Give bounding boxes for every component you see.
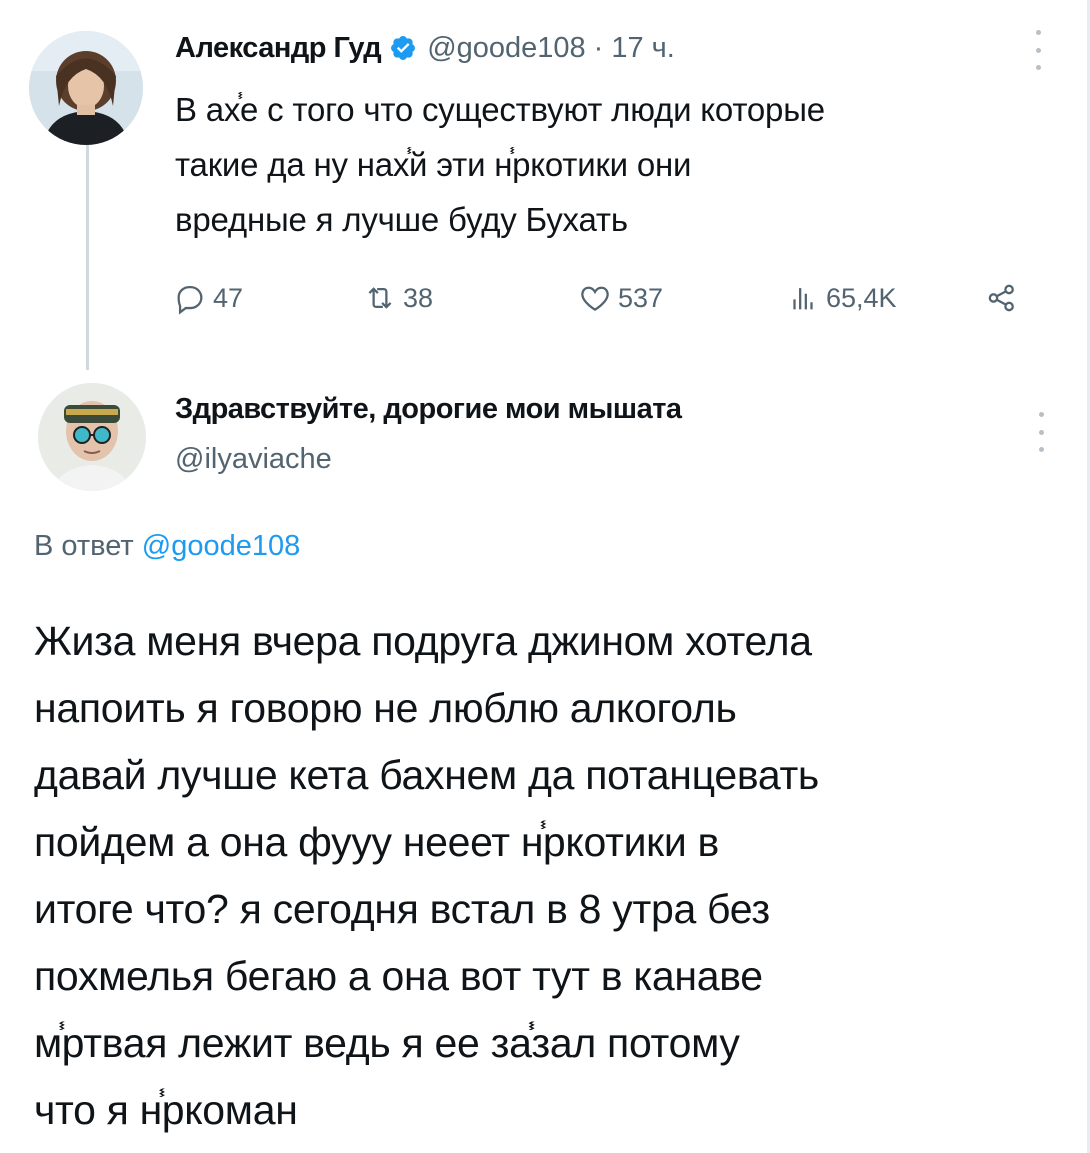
tweet1-timestamp[interactable]: 17 ч. xyxy=(611,32,674,65)
retweet-icon xyxy=(368,287,392,309)
tweet1-handle[interactable]: @goode108 xyxy=(427,32,585,65)
like-button[interactable]: 537 xyxy=(578,273,663,323)
retweet-button[interactable]: 38 xyxy=(363,273,433,323)
thread-connector-line xyxy=(86,142,89,370)
reply-prefix: В ответ xyxy=(34,530,134,562)
more-icon[interactable] xyxy=(1033,30,1043,70)
tweet1-action-bar: 47 38 537 65,4K xyxy=(173,273,1033,323)
tweet2-author-name[interactable]: Здравствуйте, дорогие мои мышата xyxy=(175,393,682,426)
views-icon xyxy=(793,288,813,310)
reply-count: 47 xyxy=(213,282,244,313)
views-button[interactable]: 65,4K xyxy=(786,273,897,323)
tweet2-text: Жиза меня вчера подруга джином хотела на… xyxy=(34,618,819,1133)
verified-badge-icon xyxy=(389,34,417,62)
avatar-ilyaviache[interactable] xyxy=(38,383,146,491)
avatar-alexander[interactable] xyxy=(29,31,143,145)
reply-button[interactable]: 47 xyxy=(173,273,243,323)
tweet2-handle[interactable]: @ilyaviache xyxy=(175,443,332,476)
share-icon xyxy=(988,284,1014,312)
tweet1-text: В ах֓е с того что существуют люди которы… xyxy=(175,91,825,238)
tweet1-header: Александр Гуд @goode108 · 17 ч. xyxy=(175,26,675,70)
avatar-photo-icon xyxy=(38,383,146,491)
more-icon[interactable] xyxy=(1036,412,1046,452)
avatar-photo-icon xyxy=(29,31,143,145)
retweet-count: 38 xyxy=(403,282,434,313)
like-count: 537 xyxy=(618,282,664,313)
reply-icon xyxy=(177,285,203,315)
tweet1-separator: · xyxy=(593,31,604,64)
reply-mention-link[interactable]: @goode108 xyxy=(142,530,300,562)
tweet1-author-name[interactable]: Александр Гуд xyxy=(175,32,382,65)
views-count: 65,4K xyxy=(826,282,897,313)
like-icon xyxy=(581,286,609,311)
reply-context: В ответ @goode108 xyxy=(34,530,300,563)
share-button[interactable] xyxy=(985,273,1025,323)
